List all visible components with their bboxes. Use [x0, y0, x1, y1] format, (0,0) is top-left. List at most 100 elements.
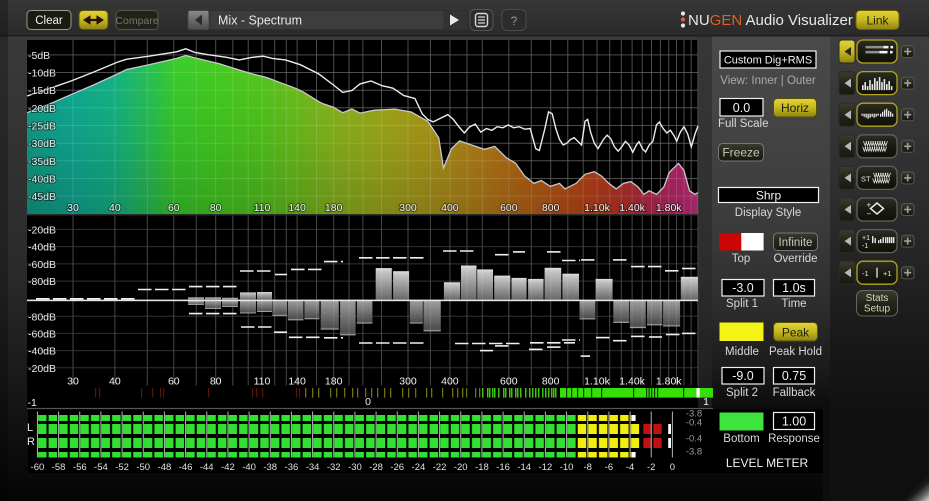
svg-text:1.40k: 1.40k [619, 376, 645, 388]
svg-text:Display Style: Display Style [735, 207, 801, 219]
svg-text:-30: -30 [348, 462, 362, 473]
svg-text:-46: -46 [179, 462, 193, 473]
svg-text:1: 1 [703, 396, 709, 408]
svg-text:-34: -34 [306, 462, 320, 473]
svg-text:800: 800 [542, 202, 560, 214]
svg-text:-40dB: -40dB [28, 346, 56, 358]
svg-text:-36: -36 [285, 462, 299, 473]
svg-text:Middle: Middle [725, 346, 759, 358]
svg-text:-48: -48 [158, 462, 172, 473]
svg-text:NUGEN Audio Visualizer: NUGEN Audio Visualizer [688, 12, 853, 29]
svg-text:+1: +1 [862, 235, 870, 242]
svg-text:80: 80 [210, 376, 222, 388]
svg-text:-58: -58 [52, 462, 66, 473]
svg-text:L: L [27, 422, 33, 434]
svg-text:-16: -16 [496, 462, 510, 473]
svg-text:-22: -22 [433, 462, 447, 473]
svg-text:Fallback: Fallback [773, 387, 816, 399]
svg-text:60: 60 [168, 376, 180, 388]
svg-text:+1: +1 [883, 269, 892, 278]
svg-text:1.00: 1.00 [782, 415, 806, 429]
svg-text:Override: Override [773, 253, 817, 265]
svg-text:1.40k: 1.40k [619, 202, 645, 214]
svg-text:-56: -56 [73, 462, 87, 473]
svg-text:-10: -10 [560, 462, 574, 473]
svg-text:-52: -52 [115, 462, 129, 473]
svg-text:-3.8: -3.8 [686, 447, 702, 458]
svg-text:300: 300 [399, 376, 417, 388]
svg-text:-42: -42 [221, 462, 235, 473]
svg-text:1.10k: 1.10k [584, 202, 610, 214]
svg-text:LEVEL METER: LEVEL METER [726, 456, 809, 470]
svg-text:30: 30 [67, 376, 79, 388]
svg-text:80: 80 [210, 202, 222, 214]
svg-text:Full Scale: Full Scale [718, 118, 769, 130]
svg-text:-40dB: -40dB [28, 242, 56, 254]
svg-text:-80dB: -80dB [28, 276, 56, 288]
svg-text:-30dB: -30dB [28, 138, 56, 150]
svg-text:-12: -12 [539, 462, 553, 473]
svg-text:800: 800 [542, 376, 560, 388]
svg-text:400: 400 [441, 376, 459, 388]
svg-text:180: 180 [325, 376, 343, 388]
svg-text:0: 0 [365, 396, 371, 408]
svg-text:-15dB: -15dB [28, 85, 56, 97]
svg-text:-35dB: -35dB [28, 156, 56, 168]
svg-text:-60dB: -60dB [28, 328, 56, 340]
svg-text:110: 110 [254, 376, 271, 388]
svg-text:Setup: Setup [864, 304, 891, 315]
svg-text:-54: -54 [94, 462, 108, 473]
svg-text:-40: -40 [242, 462, 256, 473]
svg-text:Stats: Stats [866, 293, 889, 304]
svg-text:R: R [27, 436, 35, 448]
svg-text:Split 1: Split 1 [726, 298, 758, 310]
svg-text:-40dB: -40dB [28, 174, 56, 186]
svg-text:-5dB: -5dB [28, 50, 50, 62]
svg-text:-10dB: -10dB [28, 68, 56, 80]
svg-text:-4: -4 [626, 462, 634, 473]
svg-text:-1: -1 [862, 269, 869, 278]
svg-text:-6: -6 [605, 462, 613, 473]
svg-text:110: 110 [254, 202, 271, 214]
svg-text:140: 140 [288, 202, 306, 214]
svg-text:-25dB: -25dB [28, 121, 56, 133]
svg-text:Peak Hold: Peak Hold [769, 346, 822, 358]
svg-text:600: 600 [500, 376, 518, 388]
svg-text:-1: -1 [862, 243, 868, 250]
svg-text:0.75: 0.75 [782, 369, 806, 383]
svg-text:40: 40 [109, 202, 121, 214]
svg-text:-32: -32 [327, 462, 341, 473]
svg-text:600: 600 [500, 202, 518, 214]
svg-text:ST: ST [861, 174, 871, 183]
svg-text:Peak: Peak [782, 326, 810, 340]
svg-text:140: 140 [288, 376, 306, 388]
svg-text:Mix - Spectrum: Mix - Spectrum [218, 14, 302, 28]
svg-text:-28: -28 [369, 462, 383, 473]
svg-text:Shrp: Shrp [756, 188, 782, 202]
svg-text:Time: Time [781, 298, 806, 310]
svg-text:30: 30 [67, 202, 79, 214]
svg-text:-24: -24 [412, 462, 426, 473]
svg-text:-80dB: -80dB [28, 311, 56, 323]
svg-text:Clear: Clear [35, 15, 63, 27]
svg-text:-9.0: -9.0 [732, 369, 754, 383]
svg-text:Top: Top [732, 253, 751, 265]
svg-text:40: 40 [109, 376, 121, 388]
svg-text:-2: -2 [647, 462, 655, 473]
svg-text:300: 300 [399, 202, 417, 214]
svg-text:-8: -8 [583, 462, 591, 473]
svg-text:-38: -38 [263, 462, 277, 473]
svg-text:-0.4: -0.4 [686, 434, 702, 445]
svg-text:-44: -44 [200, 462, 214, 473]
svg-text:-3.0: -3.0 [732, 281, 754, 295]
svg-text:Link: Link [866, 14, 889, 28]
svg-text:-60dB: -60dB [28, 259, 56, 271]
svg-text:-0.4: -0.4 [686, 418, 702, 429]
svg-text:-20dB: -20dB [28, 224, 56, 236]
svg-text:1.0s: 1.0s [782, 281, 806, 295]
svg-text:−: − [867, 210, 872, 219]
svg-text:Custom Dig+RMS: Custom Dig+RMS [724, 55, 812, 67]
svg-text:+: + [867, 201, 872, 210]
svg-text:-60: -60 [31, 462, 45, 473]
svg-text:-20dB: -20dB [28, 363, 56, 375]
